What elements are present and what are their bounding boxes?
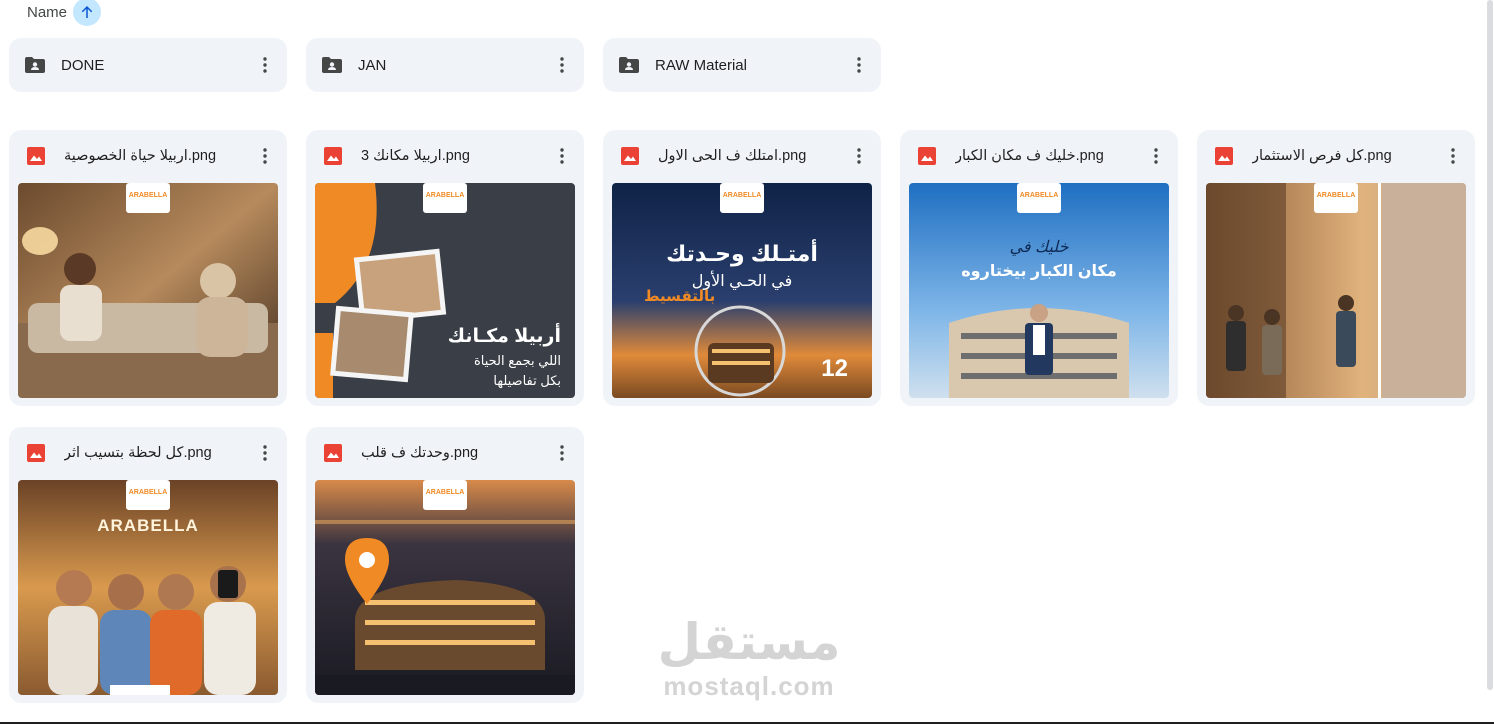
file-name: خليك ف مكان الكبار.png bbox=[955, 148, 1104, 164]
file-thumbnail[interactable]: ARABELLA أربيلا مكـانك اللي بجمع الحياة … bbox=[315, 183, 575, 398]
file-name: كل فرص الاستثمار.png bbox=[1252, 148, 1392, 164]
file-card[interactable]: كل فرص الاستثمار.png ARABELLA bbox=[1197, 130, 1475, 406]
installment-badge: 12 bbox=[821, 355, 848, 382]
image-file-icon bbox=[27, 147, 45, 165]
file-name: اربيلا حياة الخصوصية.png bbox=[64, 148, 217, 164]
arrow-up-icon bbox=[81, 5, 93, 18]
sort-direction-button[interactable] bbox=[73, 0, 102, 26]
thumbnail-subtitle: اللي بجمع الحياة bbox=[473, 353, 561, 368]
file-card[interactable]: وحدتك ف قلب.png ARABELLA bbox=[306, 427, 584, 703]
more-options-icon[interactable] bbox=[548, 439, 576, 467]
file-thumbnail[interactable]: ARABELLA ARABELLA bbox=[18, 480, 278, 695]
file-thumbnail[interactable]: ARABELLA bbox=[1206, 183, 1466, 398]
folder-name: RAW Material bbox=[655, 56, 747, 74]
thumbnail-headline: خليك في bbox=[1009, 239, 1069, 256]
brand-logo: ARABELLA bbox=[425, 192, 465, 199]
file-thumbnail[interactable]: ARABELLA أمتـلك وحـدتك في الحـي الأول با… bbox=[612, 183, 872, 398]
folder-name: JAN bbox=[358, 56, 387, 74]
file-card[interactable]: اربيلا مكانك 3.png ARABELLA أربيلا مكـان… bbox=[306, 130, 584, 406]
brand-logo: ARABELLA bbox=[128, 489, 168, 496]
file-card[interactable]: خليك ف مكان الكبار.png ARABELLA خليك في … bbox=[900, 130, 1178, 406]
brand-logo: ARABELLA bbox=[1019, 192, 1059, 199]
scrollbar-thumb[interactable] bbox=[1487, 0, 1493, 690]
watermark-latin: mostaql.com bbox=[663, 671, 835, 701]
image-file-icon bbox=[324, 147, 342, 165]
folder-name: DONE bbox=[61, 56, 105, 74]
image-file-icon bbox=[918, 147, 936, 165]
image-file-icon bbox=[324, 444, 342, 462]
more-options-icon[interactable] bbox=[251, 439, 279, 467]
brand-logo: ARABELLA bbox=[128, 192, 168, 199]
file-name: وحدتك ف قلب.png bbox=[361, 445, 479, 461]
file-card[interactable]: اربيلا حياة الخصوصية.png ARABELLA bbox=[9, 130, 287, 406]
sort-label[interactable]: Name bbox=[27, 4, 67, 21]
thumbnail-subtitle: بالتقسيط bbox=[644, 288, 716, 305]
image-file-icon bbox=[27, 444, 45, 462]
file-card[interactable]: امتلك ف الحى الاول.png ARABELLA أمتـلك و… bbox=[603, 130, 881, 406]
scrollbar-track[interactable] bbox=[1486, 0, 1494, 724]
thumbnail-headline: أمتـلك وحـدتك bbox=[666, 241, 818, 266]
more-options-icon[interactable] bbox=[548, 142, 576, 170]
image-file-icon bbox=[1215, 147, 1233, 165]
store-sign: ARABELLA bbox=[97, 516, 199, 535]
file-thumbnail[interactable]: ARABELLA bbox=[315, 480, 575, 695]
brand-logo: ARABELLA bbox=[722, 192, 762, 199]
file-name: اربيلا مكانك 3.png bbox=[361, 148, 470, 164]
watermark-arabic: مستقل bbox=[657, 613, 841, 671]
more-options-icon[interactable] bbox=[845, 142, 873, 170]
thumbnail-subtitle: مكان الكبار بيختاروه bbox=[961, 263, 1117, 280]
more-options-icon[interactable] bbox=[251, 51, 279, 79]
file-name: امتلك ف الحى الاول.png bbox=[658, 148, 807, 164]
more-options-icon[interactable] bbox=[845, 51, 873, 79]
more-options-icon[interactable] bbox=[251, 142, 279, 170]
shared-folder-icon bbox=[619, 57, 639, 73]
thumbnail-headline: أربيلا مكـانك bbox=[447, 326, 561, 347]
brand-logo: ARABELLA bbox=[425, 489, 465, 496]
file-card[interactable]: كل لحظة بتسيب اثر.png ARABELLA ARABELLA bbox=[9, 427, 287, 703]
sort-header: Name bbox=[27, 0, 102, 26]
file-thumbnail[interactable]: ARABELLA خليك في مكان الكبار بيختاروه bbox=[909, 183, 1169, 398]
thumbnail-subtitle: بكل تفاصيلها bbox=[493, 373, 561, 388]
folder-item[interactable]: DONE bbox=[9, 38, 287, 92]
file-name: كل لحظة بتسيب اثر.png bbox=[64, 445, 212, 461]
shared-folder-icon bbox=[322, 57, 342, 73]
more-options-icon[interactable] bbox=[548, 51, 576, 79]
folder-item[interactable]: RAW Material bbox=[603, 38, 881, 92]
folder-item[interactable]: JAN bbox=[306, 38, 584, 92]
drive-file-grid: Name DONE JAN RAW Material اربيلا حياة ا… bbox=[0, 0, 1494, 724]
more-options-icon[interactable] bbox=[1142, 142, 1170, 170]
image-file-icon bbox=[621, 147, 639, 165]
file-thumbnail[interactable]: ARABELLA bbox=[18, 183, 278, 398]
shared-folder-icon bbox=[25, 57, 45, 73]
mostaql-watermark: مستقل mostaql.com bbox=[654, 612, 844, 712]
brand-logo: ARABELLA bbox=[1316, 192, 1356, 199]
more-options-icon[interactable] bbox=[1439, 142, 1467, 170]
